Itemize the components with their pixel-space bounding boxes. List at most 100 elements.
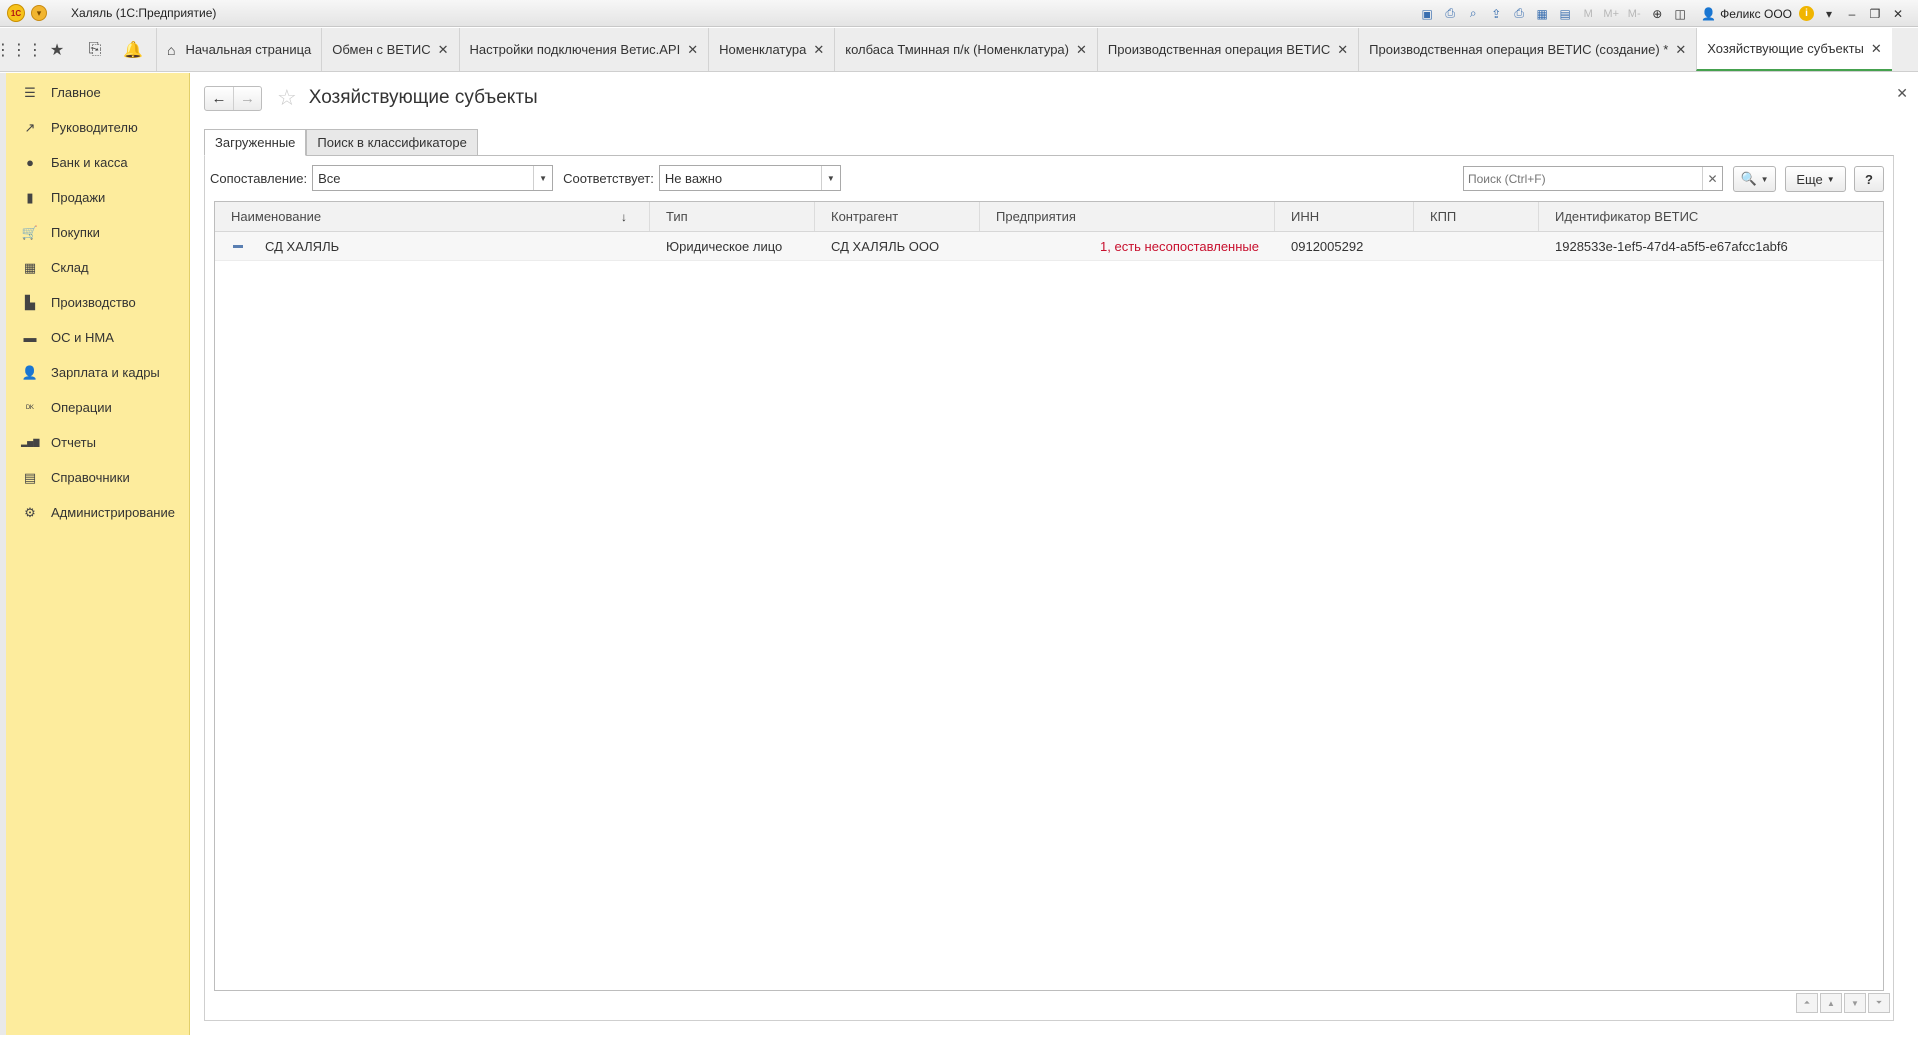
- col-vetis-id[interactable]: Идентификатор ВЕТИС: [1539, 202, 1883, 231]
- main-menu-button[interactable]: ▾: [31, 5, 47, 21]
- sidebar-item-label: Главное: [51, 85, 101, 100]
- export-icon[interactable]: ⇪: [1488, 6, 1504, 22]
- table-row[interactable]: СД ХАЛЯЛЬ Юридическое лицо СД ХАЛЯЛЬ ООО…: [215, 232, 1883, 261]
- favorite-star-icon[interactable]: ☆: [277, 85, 297, 111]
- memory-m-button[interactable]: M: [1580, 6, 1596, 22]
- col-counterparty[interactable]: Контрагент: [815, 202, 980, 231]
- close-form-icon[interactable]: ✕: [1896, 85, 1908, 102]
- sidebar-item-0[interactable]: ☰ Главное: [6, 75, 189, 110]
- tab-window-3[interactable]: Номенклатура ✕: [708, 28, 834, 71]
- forward-arrow-icon[interactable]: →: [233, 86, 261, 110]
- zoom-icon[interactable]: ⊕: [1649, 6, 1665, 22]
- col-inn[interactable]: ИНН: [1275, 202, 1414, 231]
- tab-window-0[interactable]: ⌂ Начальная страница: [156, 28, 321, 71]
- home-icon: ⌂: [167, 41, 176, 58]
- match-filter-value: Все: [318, 170, 341, 186]
- chevron-down-icon[interactable]: ▼: [820, 166, 840, 190]
- sidebar-item-4[interactable]: 🛒 Покупки: [6, 215, 189, 250]
- trend-icon: ↗: [24, 119, 36, 135]
- close-tab-icon[interactable]: ✕: [438, 42, 449, 58]
- restore-button[interactable]: ❐: [1867, 7, 1883, 21]
- sidebar-item-7[interactable]: ▬ ОС и НМА: [6, 320, 189, 355]
- search-input[interactable]: [1464, 167, 1702, 190]
- calc-icon[interactable]: ▦: [1534, 6, 1550, 22]
- panels-icon[interactable]: ◫: [1672, 6, 1688, 22]
- close-tab-icon[interactable]: ✕: [813, 42, 824, 58]
- search-button[interactable]: 🔍 ▼: [1733, 166, 1776, 192]
- cell-type: Юридическое лицо: [666, 238, 783, 254]
- tab-window-1[interactable]: Обмен с ВЕТИС ✕: [321, 28, 458, 71]
- col-kpp[interactable]: КПП: [1414, 202, 1539, 231]
- window-titlebar: 1С ▾ Халяль (1С:Предприятие) ▣ ⎙ ⌕ ⇪ ⎙ ▦…: [0, 0, 1918, 27]
- favorites-star-icon[interactable]: ★: [38, 28, 76, 71]
- corresponds-filter-label: Соответствует:: [563, 170, 654, 186]
- sidebar-item-9[interactable]: ᴰᴷ Операции: [6, 390, 189, 425]
- sidebar-item-5[interactable]: ▦ Склад: [6, 250, 189, 285]
- tab-label: Хозяйствующие субъекты: [1707, 41, 1864, 56]
- sidebar-item-3[interactable]: ▮ Продажи: [6, 180, 189, 215]
- print2-icon[interactable]: ⎙: [1511, 6, 1527, 22]
- sidebar-item-6[interactable]: ▙ Производство: [6, 285, 189, 320]
- close-tab-icon[interactable]: ✕: [687, 42, 698, 58]
- memory-mminus-button[interactable]: M-: [1626, 6, 1642, 22]
- chevron-down-icon[interactable]: ▾: [1821, 7, 1837, 21]
- sections-panel: ☰ Главное ↗ Руководителю ● Банк и касса ▮ Прода…: [6, 73, 190, 1035]
- apps-grid-icon[interactable]: ⋮⋮⋮: [0, 28, 43, 71]
- match-filter-select[interactable]: Все ▼: [312, 165, 554, 191]
- close-window-button[interactable]: ✕: [1890, 7, 1906, 21]
- sidebar-item-1[interactable]: ↗ Руководителю: [6, 110, 189, 145]
- sidebar-item-12[interactable]: ⚙ Администрирование: [6, 495, 189, 530]
- tab-window-6[interactable]: Производственная операция ВЕТИС (создани…: [1358, 28, 1696, 71]
- list-scroll-controls: ⏶ ▲ ▼ ⏷: [1796, 993, 1890, 1013]
- notifications-bell-icon[interactable]: 🔔: [114, 28, 152, 71]
- row-state-icon: [233, 244, 243, 248]
- calendar-icon[interactable]: ▤: [1557, 6, 1573, 22]
- close-tab-icon[interactable]: ✕: [1076, 42, 1087, 58]
- tab-window-2[interactable]: Настройки подключения Ветис.API ✕: [458, 28, 709, 71]
- close-tab-icon[interactable]: ✕: [1337, 42, 1348, 58]
- tab-label: Производственная операция ВЕТИС (создани…: [1369, 42, 1669, 57]
- memory-mplus-button[interactable]: M+: [1603, 6, 1619, 22]
- chevron-down-icon: ▼: [1826, 174, 1835, 184]
- sidebar-item-10[interactable]: ▂▅▇ Отчеты: [6, 425, 189, 460]
- col-name[interactable]: Наименование ↓: [215, 202, 650, 231]
- search-box: ✕: [1463, 166, 1723, 191]
- close-tab-icon[interactable]: ✕: [1675, 42, 1686, 58]
- scroll-up-button[interactable]: ▲: [1820, 993, 1842, 1013]
- col-type[interactable]: Тип: [650, 202, 815, 231]
- col-name-label: Наименование: [231, 209, 322, 224]
- cell-name: СД ХАЛЯЛЬ: [265, 238, 340, 254]
- sidebar-item-label: Производство: [51, 295, 136, 310]
- print-icon[interactable]: ⎙: [1442, 6, 1458, 22]
- tab-window-5[interactable]: Производственная операция ВЕТИС ✕: [1096, 28, 1358, 71]
- search-icon: 🔍: [1740, 171, 1757, 186]
- scroll-bottom-button[interactable]: ⏷: [1868, 993, 1890, 1013]
- sidebar-item-8[interactable]: 👤 Зарплата и кадры: [6, 355, 189, 390]
- tab-loaded[interactable]: Загруженные: [204, 129, 307, 156]
- cell-vetis-id: 1928533e-1ef5-47d4-a5f5-e67afcc1abf6: [1555, 238, 1788, 254]
- corresponds-filter-select[interactable]: Не важно ▼: [658, 165, 841, 191]
- sidebar-item-11[interactable]: ▤ Справочники: [6, 460, 189, 495]
- current-user[interactable]: 👤 Феликс ООО: [1701, 7, 1792, 21]
- preview-icon[interactable]: ⌕: [1465, 6, 1481, 22]
- help-button[interactable]: ?: [1854, 166, 1884, 192]
- tab-window-7[interactable]: Хозяйствующие субъекты ✕: [1696, 28, 1892, 71]
- tab-classifier-search[interactable]: Поиск в классификаторе: [306, 129, 478, 156]
- match-filter-label: Сопоставление:: [210, 170, 308, 186]
- info-icon[interactable]: i: [1799, 6, 1814, 21]
- minimize-button[interactable]: –: [1844, 7, 1860, 21]
- barchart-icon: ▂▅▇: [21, 438, 40, 447]
- chevron-down-icon[interactable]: ▼: [533, 166, 552, 190]
- app-logo-icon: 1С: [7, 4, 25, 22]
- history-icon[interactable]: ⎘: [76, 28, 114, 71]
- sidebar-item-2[interactable]: ● Банк и касса: [6, 145, 189, 180]
- col-enterprises[interactable]: Предприятия: [980, 202, 1275, 231]
- save-icon[interactable]: ▣: [1419, 6, 1435, 22]
- close-tab-icon[interactable]: ✕: [1871, 41, 1882, 57]
- scroll-down-button[interactable]: ▼: [1844, 993, 1866, 1013]
- clear-search-icon[interactable]: ✕: [1702, 167, 1722, 190]
- more-button[interactable]: Еще ▼: [1785, 166, 1846, 192]
- back-arrow-icon[interactable]: ←: [205, 87, 233, 110]
- scroll-top-button[interactable]: ⏶: [1796, 993, 1818, 1013]
- tab-window-4[interactable]: колбаса Тминная п/к (Номенклатура) ✕: [834, 28, 1097, 71]
